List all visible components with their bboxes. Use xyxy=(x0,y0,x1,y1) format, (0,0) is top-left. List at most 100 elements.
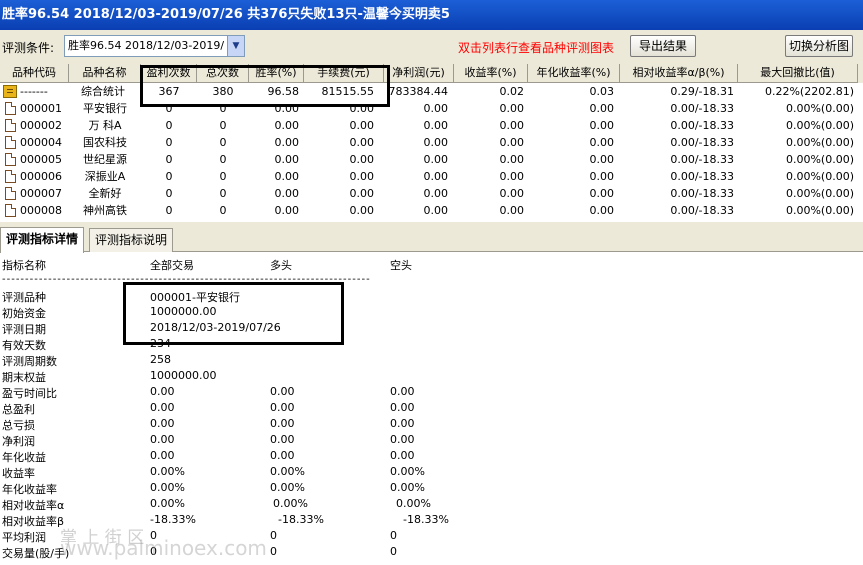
switch-chart-button[interactable]: 切换分析图 xyxy=(785,35,853,57)
cell-wins: 367 xyxy=(158,85,180,98)
detail-value-all: 1000000.00 xyxy=(150,369,217,382)
detail-label: 年化收益 xyxy=(2,451,46,464)
cell-winrate: 0.00 xyxy=(274,136,300,149)
detail-value-long: 0.00 xyxy=(270,385,295,398)
cell-profit: 0.00 xyxy=(423,204,449,217)
cell-code: 000001 xyxy=(20,102,62,115)
detail-value-short: 0.00% xyxy=(390,481,425,494)
cell-winrate: 0.00 xyxy=(274,204,300,217)
cell-fee: 0.00 xyxy=(349,204,375,217)
detail-value-long: 0.00 xyxy=(270,417,295,430)
cell-relative: 0.00/-18.33 xyxy=(670,204,734,217)
cell-winrate: 96.58 xyxy=(267,85,300,98)
detail-header-all: 全部交易 xyxy=(150,259,194,272)
col-header-wins[interactable]: 盈利次数 xyxy=(141,64,197,83)
cell-wins: 0 xyxy=(165,102,173,115)
cell-return: 0.00 xyxy=(499,187,525,200)
window-title: 胜率96.54 2018/12/03-2019/07/26 共376只失败13只… xyxy=(0,0,863,30)
cell-return: 0.00 xyxy=(499,204,525,217)
document-icon xyxy=(5,187,16,200)
watermark-url: www.palminoex.com xyxy=(60,536,267,560)
detail-value-long: 0.00% xyxy=(273,497,308,510)
table-row[interactable]: 000005 世纪星源 0 0 0.00 0.00 0.00 0.00 0.00… xyxy=(0,151,863,168)
detail-label: 期末权益 xyxy=(2,371,46,384)
cell-drawdown: 0.00%(0.00) xyxy=(785,170,854,183)
cell-profit: 0.00 xyxy=(423,119,449,132)
col-header-relative[interactable]: 相对收益率α/β(%) xyxy=(620,64,738,83)
col-header-total[interactable]: 总次数 xyxy=(197,64,249,83)
cell-winrate: 0.00 xyxy=(274,119,300,132)
detail-label: 总亏损 xyxy=(2,419,35,432)
cell-name: 国农科技 xyxy=(83,136,127,149)
cell-relative: 0.00/-18.33 xyxy=(670,187,734,200)
cell-fee: 0.00 xyxy=(349,170,375,183)
toolbar: 评测条件: 胜率96.54 2018/12/03-2019/ ▼ 双击列表行查看… xyxy=(0,30,863,64)
detail-value-all: 0.00% xyxy=(150,497,185,510)
table-row[interactable]: 000006 深振业A 0 0 0.00 0.00 0.00 0.00 0.00… xyxy=(0,168,863,185)
cell-fee: 0.00 xyxy=(349,136,375,149)
cell-wins: 0 xyxy=(165,187,173,200)
cell-total: 0 xyxy=(219,204,227,217)
export-button[interactable]: 导出结果 xyxy=(630,35,696,57)
table-row[interactable]: 000008 神州高铁 0 0 0.00 0.00 0.00 0.00 0.00… xyxy=(0,202,863,219)
col-header-return[interactable]: 收益率(%) xyxy=(454,64,528,83)
tab-metrics-help[interactable]: 评测指标说明 xyxy=(89,228,174,252)
document-icon xyxy=(5,119,16,132)
cell-annual: 0.00 xyxy=(589,204,615,217)
table-row[interactable]: 000001 平安银行 0 0 0.00 0.00 0.00 0.00 0.00… xyxy=(0,100,863,117)
tab-metrics-detail[interactable]: 评测指标详情 xyxy=(0,227,85,253)
table-row[interactable]: 000004 国农科技 0 0 0.00 0.00 0.00 0.00 0.00… xyxy=(0,134,863,151)
detail-value-long: 0.00 xyxy=(270,433,295,446)
detail-value-all: 0.00 xyxy=(150,433,175,446)
cell-total: 0 xyxy=(219,119,227,132)
chevron-down-icon[interactable]: ▼ xyxy=(227,36,244,56)
cell-code: 000008 xyxy=(20,204,62,217)
detail-value-all: 0.00% xyxy=(150,481,185,494)
detail-label: 有效天数 xyxy=(2,339,46,352)
col-header-annual[interactable]: 年化收益率(%) xyxy=(528,64,620,83)
document-icon xyxy=(5,136,16,149)
cell-annual: 0.03 xyxy=(589,85,615,98)
col-header-winrate[interactable]: 胜率(%) xyxy=(249,64,304,83)
cell-profit: 783384.44 xyxy=(388,85,449,98)
detail-value-short: -18.33% xyxy=(403,513,449,526)
detail-label: 相对收益率α xyxy=(2,499,65,512)
col-header-name[interactable]: 品种名称 xyxy=(69,64,141,83)
detail-value-all: 0.00 xyxy=(150,449,175,462)
detail-value-all: 234 xyxy=(150,337,171,350)
hint-text: 双击列表行查看品种评测图表 xyxy=(458,41,615,55)
cell-drawdown: 0.00%(0.00) xyxy=(785,204,854,217)
table-row[interactable]: 000007 全新好 0 0 0.00 0.00 0.00 0.00 0.00 … xyxy=(0,185,863,202)
col-header-drawdown[interactable]: 最大回撤比(值) xyxy=(738,64,858,83)
table-row[interactable]: 000002 万 科A 0 0 0.00 0.00 0.00 0.00 0.00… xyxy=(0,117,863,134)
cell-annual: 0.00 xyxy=(589,170,615,183)
cell-winrate: 0.00 xyxy=(274,170,300,183)
detail-value-short: 0.00% xyxy=(390,465,425,478)
col-header-code[interactable]: 品种代码 xyxy=(0,64,69,83)
condition-label: 评测条件: xyxy=(2,41,55,55)
document-icon xyxy=(5,170,16,183)
table-row-summary[interactable]: ------- 综合统计 367 380 96.58 81515.55 7833… xyxy=(0,83,863,100)
col-header-profit[interactable]: 净利润(元) xyxy=(384,64,454,83)
cell-return: 0.00 xyxy=(499,170,525,183)
cell-profit: 0.00 xyxy=(423,170,449,183)
cell-code: 000006 xyxy=(20,170,62,183)
cell-total: 0 xyxy=(219,170,227,183)
cell-drawdown: 0.00%(0.00) xyxy=(785,119,854,132)
cell-wins: 0 xyxy=(165,153,173,166)
condition-select[interactable]: 胜率96.54 2018/12/03-2019/ ▼ xyxy=(64,35,245,57)
col-header-fee[interactable]: 手续费(元) xyxy=(304,64,384,83)
cell-fee: 0.00 xyxy=(349,153,375,166)
cell-fee: 0.00 xyxy=(349,187,375,200)
cell-relative: 0.00/-18.33 xyxy=(670,153,734,166)
detail-label: 平均利润 xyxy=(2,531,46,544)
cell-name: 全新好 xyxy=(88,187,122,200)
detail-value-short: 0.00 xyxy=(390,417,415,430)
detail-label: 相对收益率β xyxy=(2,515,65,528)
cell-total: 0 xyxy=(219,136,227,149)
tab-bar: 评测指标详情 评测指标说明 xyxy=(0,225,863,253)
detail-value-short: 0.00 xyxy=(390,401,415,414)
detail-value-all: 0.00% xyxy=(150,465,185,478)
detail-value-all: 000001-平安银行 xyxy=(150,291,240,304)
cell-drawdown: 0.00%(0.00) xyxy=(785,153,854,166)
